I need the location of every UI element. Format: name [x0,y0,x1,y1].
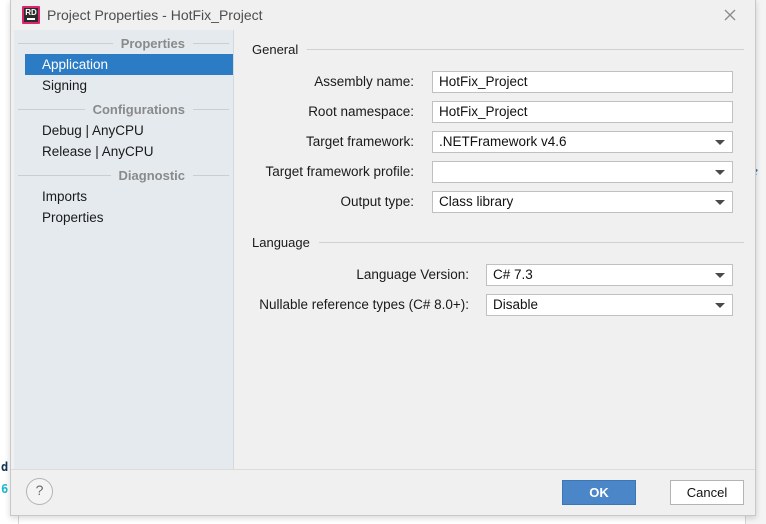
field-row-root-namespace: Root namespace: HotFix_Project [234,101,744,123]
section-general: General [234,40,744,58]
section-general-header: General [234,40,744,58]
output-type-label: Output type: [340,194,414,209]
target-framework-value: .NETFramework v4.6 [439,134,567,149]
language-version-label: Language Version: [356,267,469,282]
sidebar-item-debug-anycpu[interactable]: Debug | AnyCPU [14,120,233,141]
section-title: General [252,41,299,57]
target-framework-label: Target framework: [305,134,414,149]
nullable-reference-types-dropdown[interactable]: Disable [486,294,733,316]
field-row-output-type: Output type: Class library [234,191,744,213]
chevron-down-icon [715,303,725,308]
section-rule [318,241,744,243]
language-version-dropdown[interactable]: C# 7.3 [486,264,733,286]
target-framework-dropdown[interactable]: .NETFramework v4.6 [432,131,733,153]
assembly-name-value: HotFix_Project [439,74,528,89]
divider-left [18,174,111,176]
target-framework-profile-label: Target framework profile: [265,164,414,179]
editor-glyph-6: 6 [1,482,9,496]
divider-right [193,108,229,110]
section-language: Language [234,233,744,251]
sidebar-item-signing[interactable]: Signing [14,75,233,96]
sidebar-item-imports[interactable]: Imports [14,186,233,207]
section-language-header: Language [234,233,744,251]
output-type-dropdown[interactable]: Class library [432,191,733,213]
output-type-value: Class library [439,194,514,209]
divider-left [18,42,113,44]
help-button[interactable]: ? [26,478,53,505]
field-row-language-version: Language Version: C# 7.3 [234,264,744,286]
root-namespace-value: HotFix_Project [439,104,528,119]
assembly-name-input[interactable]: HotFix_Project [432,71,733,93]
cancel-button[interactable]: Cancel [670,480,744,505]
field-row-target-framework: Target framework: .NETFramework v4.6 [234,131,744,153]
close-icon [724,9,736,21]
section-rule [307,48,744,50]
divider-right [193,174,229,176]
close-button[interactable] [709,0,751,30]
chevron-down-icon [715,140,725,145]
sidebar-group-header-properties: Properties [14,32,233,54]
sidebar-group-label: Configurations [92,101,185,117]
dialog-footer: ? OK Cancel [11,469,755,515]
dialog-title: Project Properties - HotFix_Project [47,7,263,23]
sidebar-item-release-anycpu[interactable]: Release | AnyCPU [14,141,233,162]
field-row-nullable-reference-types: Nullable reference types (C# 8.0+): Disa… [234,294,744,316]
root-namespace-label: Root namespace: [308,104,414,119]
section-title: Language [252,234,310,250]
sidebar-group-header-diagnostic: Diagnostic [14,164,233,186]
project-properties-dialog: RD Project Properties - HotFix_Project P… [10,0,756,516]
assembly-name-label: Assembly name: [314,74,414,89]
nullable-reference-types-value: Disable [493,297,539,312]
field-row-target-framework-profile: Target framework profile: [234,161,744,183]
language-version-value: C# 7.3 [493,267,533,282]
settings-content-pane: General Assembly name: HotFix_Project Ro… [234,30,755,470]
editor-glyph-d: d [1,460,9,474]
nullable-reference-types-label: Nullable reference types (C# 8.0+): [259,297,469,312]
divider-left [18,108,85,110]
sidebar-group-header-configurations: Configurations [14,98,233,120]
chevron-down-icon [715,200,725,205]
sidebar-item-properties[interactable]: Properties [14,207,233,228]
divider-right [193,42,229,44]
field-row-assembly-name: Assembly name: HotFix_Project [234,71,744,93]
sidebar-item-application[interactable]: Application [25,54,233,75]
dialog-body: Properties Application Signing Configura… [11,30,755,470]
rider-icon: RD [22,6,40,24]
target-framework-profile-dropdown[interactable] [432,161,733,183]
sidebar-group-label: Properties [120,35,185,51]
sidebar-group-label: Diagnostic [118,167,185,183]
ok-button[interactable]: OK [562,480,636,505]
target-framework-profile-value [439,162,710,182]
dialog-titlebar: RD Project Properties - HotFix_Project [11,0,755,30]
rider-icon-text: RD [25,8,37,17]
rider-icon-underline [27,18,35,20]
chevron-down-icon [715,273,725,278]
root-namespace-input[interactable]: HotFix_Project [432,101,733,123]
settings-sidebar: Properties Application Signing Configura… [14,30,233,470]
chevron-down-icon [715,170,725,175]
